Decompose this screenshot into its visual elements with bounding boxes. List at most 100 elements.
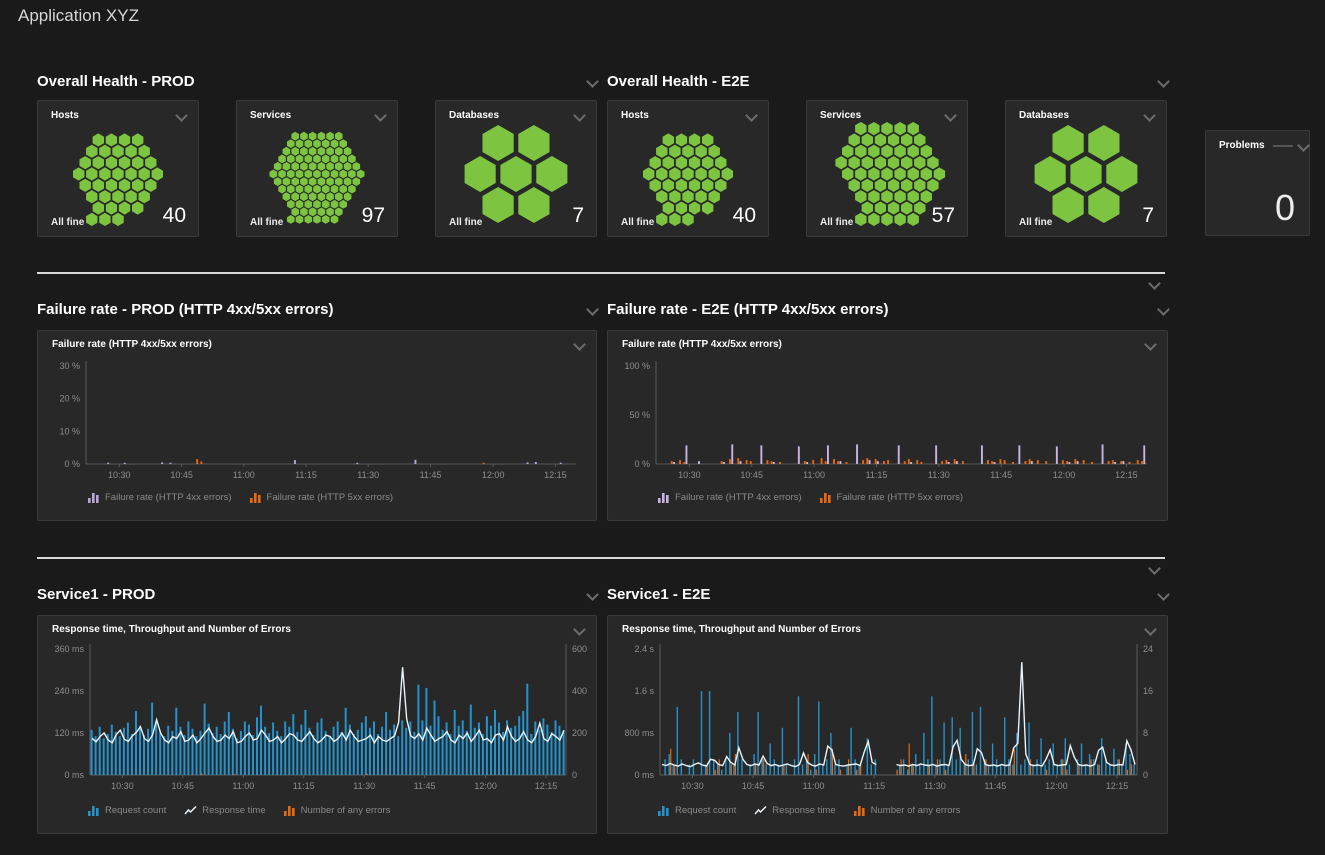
tile-databases-e2e[interactable]: Databases All fine7 (1005, 100, 1167, 237)
status-text: All fine (51, 217, 84, 228)
chevron-down-icon[interactable] (573, 623, 586, 636)
svg-text:0 %: 0 % (64, 459, 80, 469)
section-header-service1-e2e: Service1 - E2E (607, 586, 1168, 603)
legend-bars-icon (820, 492, 832, 503)
section-header-failure-prod: Failure rate - PROD (HTTP 4xx/5xx errors… (37, 301, 597, 318)
svg-text:11:15: 11:15 (863, 781, 885, 791)
svg-text:11:00: 11:00 (233, 470, 255, 480)
legend-item[interactable]: Failure rate (HTTP 4xx errors) (88, 492, 232, 503)
svg-text:11:45: 11:45 (414, 781, 436, 791)
legend-item[interactable]: Request count (658, 805, 736, 816)
chart-legend: Failure rate (HTTP 4xx errors) Failure ra… (658, 492, 1167, 503)
legend-item[interactable]: Number of any errors (284, 805, 391, 816)
legend-item[interactable]: Number of any errors (854, 805, 961, 816)
svg-text:12:00: 12:00 (474, 781, 497, 791)
chevron-down-icon[interactable] (586, 588, 599, 601)
tile-title: Problems (1219, 140, 1265, 151)
svg-text:240 ms: 240 ms (54, 686, 84, 696)
chevron-down-icon[interactable] (586, 75, 599, 88)
chevron-down-icon[interactable] (1144, 623, 1157, 636)
svg-text:10:30: 10:30 (108, 470, 131, 480)
legend-item[interactable]: Response time (184, 805, 265, 816)
legend-item[interactable]: Request count (88, 805, 166, 816)
collapse-section-icon[interactable] (1148, 277, 1161, 290)
svg-text:30 %: 30 % (59, 361, 80, 371)
legend-bars-icon (658, 492, 670, 503)
problems-count: 0 (1275, 187, 1295, 229)
chart-tile-service1-e2e[interactable]: Response time, Throughput and Number of … (607, 615, 1168, 834)
tile-databases-prod[interactable]: Databases All fine7 (435, 100, 597, 237)
legend-bars-icon (88, 805, 100, 816)
legend-item[interactable]: Failure rate (HTTP 4xx errors) (658, 492, 802, 503)
svg-text:10:30: 10:30 (111, 781, 134, 791)
chevron-down-icon[interactable] (1297, 139, 1310, 152)
section-title: Failure rate - PROD (HTTP 4xx/5xx errors… (37, 301, 334, 318)
svg-text:200: 200 (572, 728, 587, 738)
legend-line-icon (184, 805, 197, 816)
legend-item[interactable]: Response time (754, 805, 835, 816)
chart-tile-failure-e2e[interactable]: Failure rate (HTTP 4xx/5xx errors) 0 %50… (607, 330, 1168, 521)
collapse-section-icon[interactable] (1148, 562, 1161, 575)
chart-tile-service1-prod[interactable]: Response time, Throughput and Number of … (37, 615, 597, 834)
page-title: Application XYZ (18, 6, 139, 26)
tile-hosts-prod[interactable]: Hosts All fine40 (37, 100, 199, 237)
svg-text:0: 0 (572, 770, 577, 780)
svg-text:11:00: 11:00 (232, 781, 254, 791)
svg-text:12:00: 12:00 (482, 470, 505, 480)
chevron-down-icon[interactable] (745, 109, 758, 122)
chevron-down-icon[interactable] (1157, 588, 1170, 601)
svg-text:11:15: 11:15 (295, 470, 317, 480)
chevron-down-icon[interactable] (1157, 75, 1170, 88)
svg-text:1.6 s: 1.6 s (634, 686, 654, 696)
chart-legend: Failure rate (HTTP 4xx errors) Failure ra… (88, 492, 596, 503)
service1-e2e-chart: 0 ms800 ms1.6 s2.4 s08162410:3010:4511:0… (608, 637, 1167, 805)
svg-text:50 %: 50 % (629, 410, 650, 420)
section-divider (37, 272, 1165, 274)
svg-text:12:15: 12:15 (535, 781, 558, 791)
svg-text:11:45: 11:45 (990, 470, 1012, 480)
tile-title: Databases (449, 110, 499, 121)
svg-text:11:45: 11:45 (984, 781, 1006, 791)
chevron-down-icon[interactable] (944, 109, 957, 122)
svg-text:10 %: 10 % (59, 426, 80, 436)
tile-problems[interactable]: Problems 0 (1205, 130, 1310, 236)
chevron-down-icon[interactable] (1143, 109, 1156, 122)
chevron-down-icon[interactable] (374, 109, 387, 122)
svg-text:360 ms: 360 ms (54, 644, 84, 654)
section-title: Overall Health - E2E (607, 73, 750, 90)
legend-item[interactable]: Failure rate (HTTP 5xx errors) (820, 492, 964, 503)
svg-text:400: 400 (572, 686, 587, 696)
chart-title: Failure rate (HTTP 4xx/5xx errors) (52, 339, 212, 350)
chevron-down-icon[interactable] (573, 338, 586, 351)
chevron-down-icon[interactable] (573, 109, 586, 122)
tile-title: Services (250, 110, 291, 121)
svg-text:11:00: 11:00 (803, 781, 825, 791)
svg-text:12:15: 12:15 (1115, 470, 1138, 480)
svg-text:0 ms: 0 ms (64, 770, 84, 780)
tile-title: Services (820, 110, 861, 121)
chevron-down-icon[interactable] (586, 303, 599, 316)
tile-title: Hosts (621, 110, 649, 121)
tile-services-prod[interactable]: Services All fine97 (236, 100, 398, 237)
chevron-down-icon[interactable] (1144, 338, 1157, 351)
section-header-overall-health-prod: Overall Health - PROD (37, 73, 597, 90)
chevron-down-icon[interactable] (1157, 303, 1170, 316)
svg-text:2.4 s: 2.4 s (634, 644, 654, 654)
svg-text:10:45: 10:45 (742, 781, 765, 791)
legend-item[interactable]: Failure rate (HTTP 5xx errors) (250, 492, 394, 503)
failure-prod-chart: 0 %10 %20 %30 %10:3010:4511:0011:1511:30… (38, 352, 596, 492)
svg-text:10:45: 10:45 (170, 470, 193, 480)
chevron-down-icon[interactable] (175, 109, 188, 122)
svg-text:0: 0 (1143, 770, 1148, 780)
tile-hosts-e2e[interactable]: Hosts All fine40 (607, 100, 769, 237)
chart-legend: Request count Response time Number of any … (658, 805, 1167, 816)
chart-tile-failure-prod[interactable]: Failure rate (HTTP 4xx/5xx errors) 0 % 10… (37, 330, 597, 521)
svg-text:11:30: 11:30 (928, 470, 950, 480)
svg-text:11:45: 11:45 (420, 470, 442, 480)
svg-text:10:30: 10:30 (678, 470, 701, 480)
svg-text:10:30: 10:30 (681, 781, 704, 791)
section-header-failure-e2e: Failure rate - E2E (HTTP 4xx/5xx errors) (607, 301, 1168, 318)
legend-line-icon (754, 805, 767, 816)
tile-services-e2e[interactable]: Services All fine57 (806, 100, 968, 237)
svg-text:600: 600 (572, 644, 587, 654)
